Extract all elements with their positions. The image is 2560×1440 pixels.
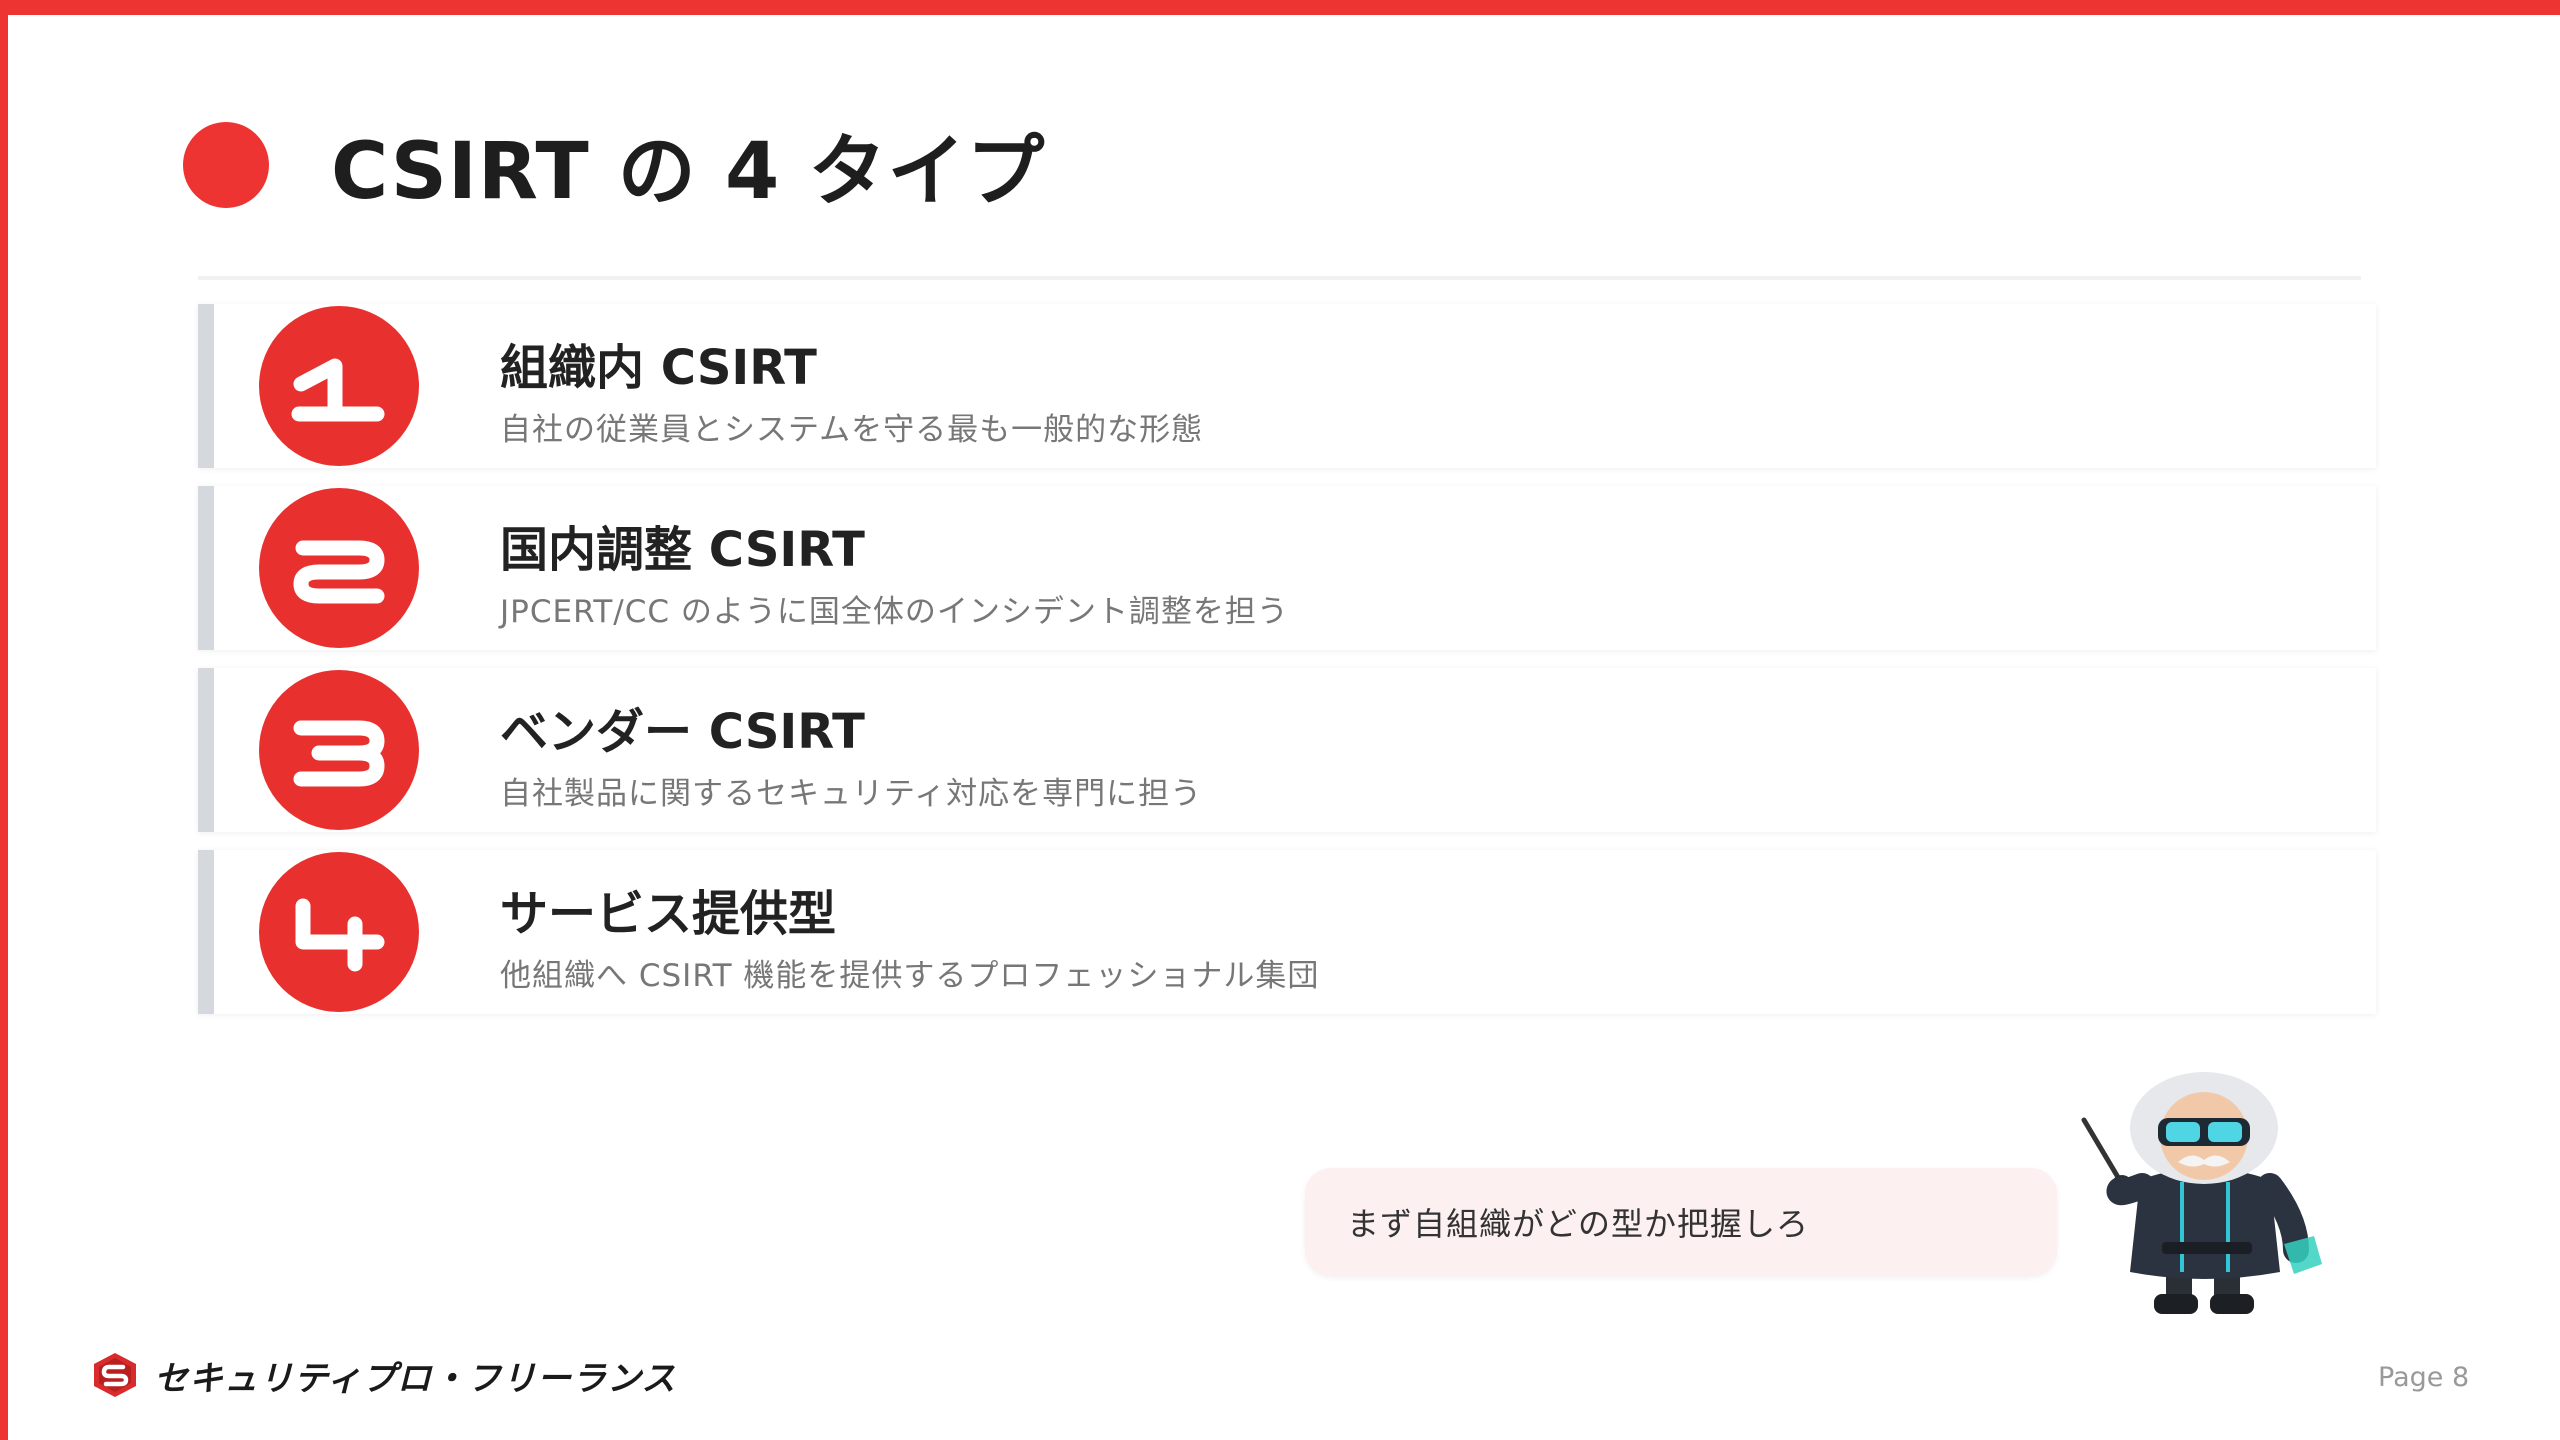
number-badge-2 bbox=[259, 488, 419, 648]
page-number: Page 8 bbox=[2378, 1362, 2470, 1393]
card-description: JPCERT/CC のように国全体のインシデント調整を担う bbox=[500, 594, 1289, 630]
numeral-four-icon bbox=[295, 898, 385, 972]
top-accent-bar bbox=[0, 0, 2560, 15]
slide-title: CSIRT の 4 タイプ bbox=[331, 127, 1046, 217]
mascot-professor-icon bbox=[2081, 1072, 2322, 1314]
number-badge-1 bbox=[259, 306, 419, 466]
left-accent-bar bbox=[0, 0, 8, 1440]
card-description: 自社の従業員とシステムを守る最も一般的な形態 bbox=[500, 412, 1204, 448]
card-title: ベンダー CSIRT bbox=[500, 704, 865, 760]
footer-logo: セキュリティプロ・フリーランス bbox=[90, 1350, 676, 1400]
card-title: サービス提供型 bbox=[500, 886, 837, 942]
slide-title-block: CSIRT の 4 タイプ bbox=[183, 120, 1045, 217]
csirt-type-card-3: ベンダー CSIRT 自社製品に関するセキュリティ対応を専門に担う bbox=[198, 668, 2376, 832]
shield-s-logo-icon bbox=[94, 1353, 136, 1397]
csirt-type-list: 組織内 CSIRT 自社の従業員とシステムを守る最も一般的な形態 国内調整 CS… bbox=[198, 304, 2376, 1032]
speech-bubble-text: まず自組織がどの型か把握しろ bbox=[1347, 1205, 1810, 1243]
logo-text: セキュリティプロ・フリーランス bbox=[154, 1358, 677, 1399]
speech-bubble: まず自組織がどの型か把握しろ bbox=[1305, 1168, 2057, 1276]
title-divider bbox=[198, 276, 2361, 280]
number-badge-4 bbox=[259, 852, 419, 1012]
card-description: 自社製品に関するセキュリティ対応を専門に担う bbox=[500, 776, 1203, 812]
card-title: 組織内 CSIRT bbox=[500, 340, 817, 396]
card-description: 他組織へ CSIRT 機能を提供するプロフェッショナル集団 bbox=[500, 958, 1320, 994]
title-bullet-dot bbox=[183, 122, 269, 208]
numeral-one-icon bbox=[291, 358, 385, 422]
number-badge-3 bbox=[259, 670, 419, 830]
csirt-type-card-2: 国内調整 CSIRT JPCERT/CC のように国全体のインシデント調整を担う bbox=[198, 486, 2376, 650]
numeral-two-icon bbox=[293, 540, 385, 604]
csirt-type-card-4: サービス提供型 他組織へ CSIRT 機能を提供するプロフェッショナル集団 bbox=[198, 850, 2376, 1014]
card-title: 国内調整 CSIRT bbox=[500, 522, 865, 578]
csirt-type-card-1: 組織内 CSIRT 自社の従業員とシステムを守る最も一般的な形態 bbox=[198, 304, 2376, 468]
numeral-three-icon bbox=[293, 720, 385, 787]
